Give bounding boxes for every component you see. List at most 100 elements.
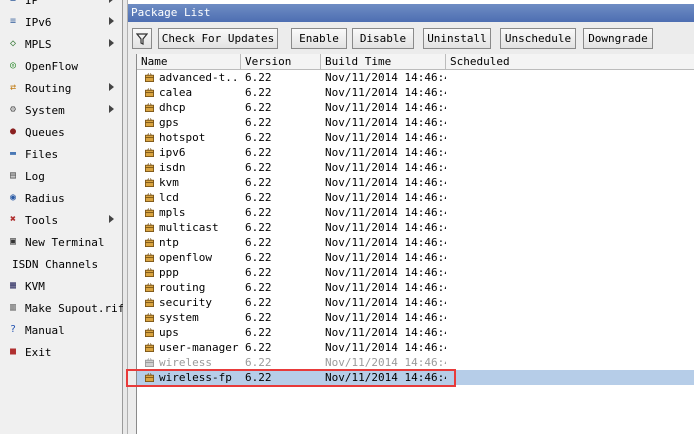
cell-scheduled [450,190,690,205]
cell-build: Nov/11/2014 14:46:47 [325,326,446,339]
cell-version: 6.22 [245,356,272,369]
cell-scheduled [450,310,690,325]
package-list-window: Package List Check For Updates Enable Di… [128,4,694,434]
submenu-arrow-icon [109,0,114,3]
cell-version: 6.22 [245,191,272,204]
table-row[interactable]: ups 6.22 Nov/11/2014 14:46:47 [137,325,694,340]
table-row[interactable]: hotspot 6.22 Nov/11/2014 14:46:47 [137,130,694,145]
table-row[interactable]: ntp 6.22 Nov/11/2014 14:46:47 [137,235,694,250]
disable-button[interactable]: Disable [352,28,414,49]
table-row[interactable]: isdn 6.22 Nov/11/2014 14:46:47 [137,160,694,175]
cell-build: Nov/11/2014 14:46:47 [325,236,446,249]
cell-build: Nov/11/2014 14:46:47 [325,296,446,309]
check-for-updates-button[interactable]: Check For Updates [158,28,278,49]
table-row[interactable]: multicast 6.22 Nov/11/2014 14:46:47 [137,220,694,235]
cell-build: Nov/11/2014 14:46:47 [325,341,446,354]
cell-scheduled [450,145,690,160]
column-header-build-time[interactable]: Build Time [321,54,446,69]
sidebar-item-files[interactable]: ▬ Files [0,143,122,165]
sidebar-item-label: Tools [25,213,59,227]
unschedule-button[interactable]: Unschedule [500,28,576,49]
sidebar-item-label: Files [25,147,59,161]
sidebar-item-openflow[interactable]: ◎ OpenFlow [0,55,122,77]
sidebar-item-label: Make Supout.rif [25,301,125,315]
table-row[interactable]: gps 6.22 Nov/11/2014 14:46:47 [137,115,694,130]
cell-build: Nov/11/2014 14:46:47 [325,281,446,294]
cell-scheduled [450,220,690,235]
cell-version: 6.22 [245,146,272,159]
filter-button[interactable] [132,28,152,49]
table-row[interactable]: wireless 6.22 Nov/11/2014 14:46:47 [137,355,694,370]
table-row[interactable]: openflow 6.22 Nov/11/2014 14:46:47 [137,250,694,265]
cell-build: Nov/11/2014 14:46:47 [325,86,446,99]
uninstall-button[interactable]: Uninstall [423,28,491,49]
sidebar-item-routing[interactable]: ⇄ Routing [0,77,122,99]
sidebar-item-ip[interactable]: ≡ IP [0,0,122,11]
sidebar-item-system[interactable]: ⚙ System [0,99,122,121]
column-header-scheduled[interactable]: Scheduled [446,54,694,69]
queues-icon: ● [9,126,17,137]
cell-version: 6.22 [245,341,272,354]
sidebar-item-ipv6[interactable]: ≡ IPv6 [0,11,122,33]
table-row[interactable]: advanced-t... 6.22 Nov/11/2014 14:46:47 [137,70,694,85]
cell-name: dhcp [159,101,186,114]
cell-scheduled [450,250,690,265]
table-row[interactable]: kvm 6.22 Nov/11/2014 14:46:47 [137,175,694,190]
sidebar-item-manual[interactable]: ? Manual [0,319,122,341]
table-row[interactable]: system 6.22 Nov/11/2014 14:46:47 [137,310,694,325]
cell-scheduled [450,100,690,115]
sidebar-item-exit[interactable]: ■ Exit [0,341,122,363]
folder-icon: ▬ [9,148,17,159]
package-icon [145,313,154,322]
table-row[interactable]: wireless-fp 6.22 Nov/11/2014 14:46:47 [137,370,694,385]
cell-name: ipv6 [159,146,186,159]
submenu-arrow-icon [109,39,114,47]
cell-name: wireless [159,356,212,369]
package-table: Name Version Build Time Scheduled advanc… [136,54,694,434]
sidebar-item-kvm[interactable]: ▦ KVM [0,275,122,297]
package-icon [145,358,154,367]
sidebar-item-queues[interactable]: ● Queues [0,121,122,143]
package-icon [145,118,154,127]
table-row[interactable]: ipv6 6.22 Nov/11/2014 14:46:47 [137,145,694,160]
cell-name: multicast [159,221,219,234]
cell-build: Nov/11/2014 14:46:47 [325,371,446,384]
cell-build: Nov/11/2014 14:46:47 [325,101,446,114]
sidebar-item-label: New Terminal [25,235,105,249]
cell-scheduled [450,370,690,385]
package-icon [145,178,154,187]
cell-build: Nov/11/2014 14:46:47 [325,311,446,324]
sidebar-item-radius[interactable]: ◉ Radius [0,187,122,209]
table-row[interactable]: security 6.22 Nov/11/2014 14:46:47 [137,295,694,310]
cell-build: Nov/11/2014 14:46:47 [325,266,446,279]
package-icon [145,343,154,352]
cell-scheduled [450,295,690,310]
cell-name: lcd [159,191,179,204]
table-row[interactable]: calea 6.22 Nov/11/2014 14:46:47 [137,85,694,100]
mpls-icon: ◇ [9,38,17,49]
table-row[interactable]: ppp 6.22 Nov/11/2014 14:46:47 [137,265,694,280]
table-row[interactable]: dhcp 6.22 Nov/11/2014 14:46:47 [137,100,694,115]
downgrade-button[interactable]: Downgrade [583,28,653,49]
package-icon [145,283,154,292]
sidebar-item-new-terminal[interactable]: ▣ New Terminal [0,231,122,253]
package-icon [145,193,154,202]
sidebar-item-isdn-channels[interactable]: ISDN Channels [0,253,122,275]
cell-version: 6.22 [245,281,272,294]
window-title[interactable]: Package List [128,4,694,22]
sidebar-item-tools[interactable]: ✖ Tools [0,209,122,231]
table-row[interactable]: lcd 6.22 Nov/11/2014 14:46:47 [137,190,694,205]
cell-version: 6.22 [245,116,272,129]
column-header-name[interactable]: Name [137,54,241,69]
column-header-version[interactable]: Version [241,54,321,69]
enable-button[interactable]: Enable [291,28,347,49]
sidebar-item-make-supout-rif[interactable]: ▥ Make Supout.rif [0,297,125,319]
sidebar-item-label: MPLS [25,37,52,51]
table-row[interactable]: mpls 6.22 Nov/11/2014 14:46:47 [137,205,694,220]
sidebar-item-mpls[interactable]: ◇ MPLS [0,33,122,55]
sidebar-item-log[interactable]: ▤ Log [0,165,122,187]
table-row[interactable]: routing 6.22 Nov/11/2014 14:46:47 [137,280,694,295]
package-icon [145,88,154,97]
cell-name: ppp [159,266,179,279]
table-row[interactable]: user-manager 6.22 Nov/11/2014 14:46:47 [137,340,694,355]
